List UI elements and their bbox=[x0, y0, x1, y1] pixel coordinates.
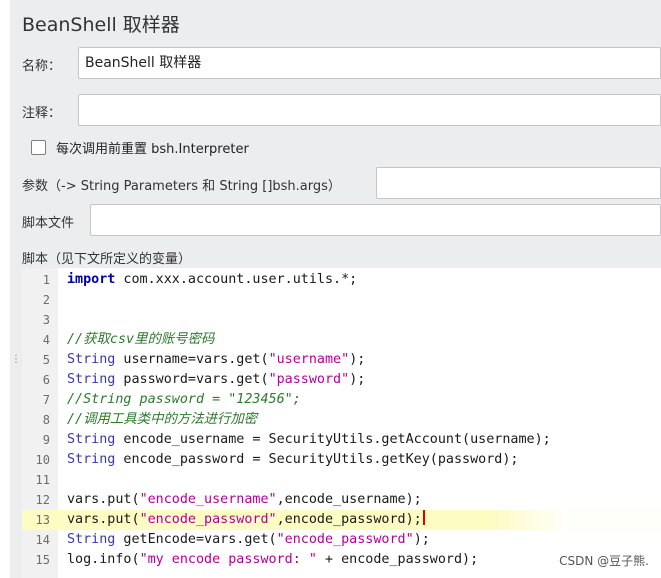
code-text[interactable]: vars.put("encode_username",encode_userna… bbox=[67, 490, 422, 510]
script-label: 脚本（见下文所定义的变量） bbox=[22, 252, 192, 267]
parameters-label: 参数（-> String Parameters 和 String []bsh.a… bbox=[22, 179, 341, 194]
text-caret bbox=[422, 510, 425, 525]
code-line[interactable]: 3 bbox=[22, 310, 661, 330]
beanshell-sampler-panel: ⋮ BeanShell 取样器 名称： BeanShell 取样器 注释： 每次… bbox=[10, 0, 661, 578]
code-text[interactable]: String getEncode=vars.get("encode_passwo… bbox=[67, 530, 430, 550]
line-number: 9 bbox=[42, 433, 50, 447]
line-number: 6 bbox=[42, 373, 50, 387]
name-field[interactable]: BeanShell 取样器 bbox=[78, 47, 661, 79]
line-number: 2 bbox=[42, 293, 50, 307]
code-line[interactable]: 11 bbox=[22, 470, 661, 490]
code-line[interactable]: 7 //String password = "123456"; bbox=[22, 390, 661, 410]
code-line[interactable]: 1 import com.xxx.account.user.utils.*; bbox=[22, 270, 661, 290]
code-text[interactable]: String username=vars.get("username"); bbox=[67, 350, 365, 370]
line-number: 5 bbox=[42, 353, 50, 367]
line-number: 10 bbox=[35, 453, 50, 467]
code-text[interactable]: //调用工具类中的方法进行加密 bbox=[67, 410, 257, 430]
code-line[interactable]: 12 vars.put("encode_username",encode_user… bbox=[22, 490, 661, 510]
code-line[interactable]: 10 String encode_password = SecurityUtils… bbox=[22, 450, 661, 470]
code-text[interactable]: //获取csv里的账号密码 bbox=[67, 330, 214, 350]
name-label: 名称： bbox=[22, 59, 62, 74]
script-file-field[interactable] bbox=[90, 204, 661, 236]
drag-handle-icon[interactable]: ⋮ bbox=[11, 355, 21, 379]
line-number: 15 bbox=[35, 553, 50, 567]
parameters-field[interactable] bbox=[376, 167, 661, 199]
line-number: 4 bbox=[42, 333, 50, 347]
code-text[interactable]: import com.xxx.account.user.utils.*; bbox=[67, 270, 357, 290]
code-text[interactable]: String encode_password = SecurityUtils.g… bbox=[67, 450, 518, 470]
line-number: 14 bbox=[35, 533, 50, 547]
reset-interpreter-label: 每次调用前重置 bsh.Interpreter bbox=[56, 142, 249, 157]
code-line[interactable]: 9 String encode_username = SecurityUtils.… bbox=[22, 430, 661, 450]
code-line[interactable]: 5 String username=vars.get("username"); bbox=[22, 350, 661, 370]
line-number: 3 bbox=[42, 313, 50, 327]
code-line[interactable]: 6 String password=vars.get("password"); bbox=[22, 370, 661, 390]
line-number: 11 bbox=[35, 473, 50, 487]
comment-label: 注释： bbox=[22, 106, 62, 121]
code-line[interactable]: 4 //获取csv里的账号密码 bbox=[22, 330, 661, 350]
comment-field[interactable] bbox=[78, 94, 661, 126]
code-text[interactable]: String password=vars.get("password"); bbox=[67, 370, 365, 390]
code-text[interactable]: vars.put("encode_password",encode_passwo… bbox=[67, 510, 425, 530]
code-line[interactable]: 8 //调用工具类中的方法进行加密 bbox=[22, 410, 661, 430]
code-text[interactable]: String encode_username = SecurityUtils.g… bbox=[67, 430, 551, 450]
line-number: 7 bbox=[42, 393, 50, 407]
line-number: 1 bbox=[42, 273, 50, 287]
code-text[interactable]: //String password = "123456"; bbox=[67, 390, 301, 410]
line-number: 8 bbox=[42, 413, 50, 427]
code-text[interactable]: log.info("my encode password: " + encode… bbox=[67, 550, 478, 570]
script-file-label: 脚本文件 bbox=[22, 216, 75, 231]
line-number: 12 bbox=[35, 493, 50, 507]
page-title: BeanShell 取样器 bbox=[22, 14, 180, 36]
watermark: CSDN @豆子熊. bbox=[559, 554, 649, 568]
reset-interpreter-checkbox[interactable] bbox=[31, 140, 46, 155]
code-line[interactable]: 2 bbox=[22, 290, 661, 310]
line-number: 13 bbox=[35, 513, 50, 527]
